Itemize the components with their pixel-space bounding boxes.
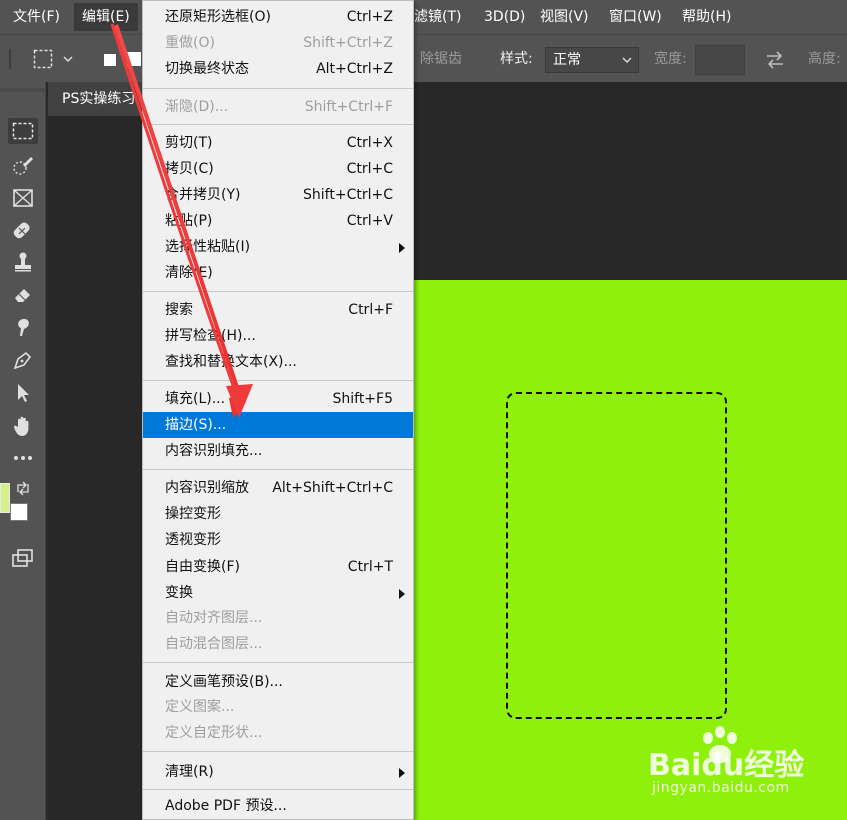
menu-item-perspective-warp[interactable]: 透视变形 [143,527,413,553]
menu-help[interactable]: 帮助(H) [682,0,731,34]
menu-item-define-shape[interactable]: 定义自定形状... [143,720,413,746]
menu-item-content-aware-scale[interactable]: 内容识别缩放 Alt+Shift+Ctrl+C [143,475,413,501]
menu-item-define-brush[interactable]: 定义画笔预设(B)... [143,669,413,695]
menu-item-cut[interactable]: 剪切(T) Ctrl+X [143,130,413,156]
menu-item-fill[interactable]: 填充(L)... Shift+F5 [143,386,413,412]
menu-edit[interactable]: 编辑(E) [82,0,130,34]
style-select[interactable]: 正常 [545,47,639,73]
menu-bar: 文件(F) 编辑(E) 滤镜(T) 3D(D) 视图(V) 窗口(W) 帮助(H… [0,0,847,34]
style-value: 正常 [553,52,581,68]
menu-item-toggle-last-state[interactable]: 切换最终状态 Alt+Ctrl+Z [143,56,413,82]
menu-item-fade[interactable]: 渐隐(D)... Shift+Ctrl+F [143,94,413,120]
menu-separator [143,469,413,470]
menu-item-auto-blend-layers[interactable]: 自动混合图层... [143,631,413,657]
healing-brush-icon[interactable] [8,217,38,243]
menu-item-define-pattern[interactable]: 定义图案... [143,694,413,720]
width-label: 宽度: [654,51,687,67]
menu-item-spell-check[interactable]: 拼写检查(H)... [143,323,413,349]
grip-icon [9,49,11,69]
menu-item-transform[interactable]: 变换 [143,580,413,606]
menu-item-free-transform[interactable]: 自由变换(F) Ctrl+T [143,554,413,580]
foreground-color-swatch[interactable] [0,483,10,513]
submenu-arrow-icon [399,243,405,253]
menu-separator [143,751,413,752]
anti-alias-label: 除锯齿 [420,51,462,67]
menu-item-purge[interactable]: 清理(R) [143,759,413,785]
selection-arrow-icon[interactable] [8,380,38,406]
menu-separator [143,380,413,381]
submenu-arrow-icon [399,589,405,599]
more-tools-icon[interactable] [8,445,38,471]
pen-icon[interactable] [8,347,38,373]
frame-icon[interactable] [8,185,38,211]
chevron-down-icon[interactable] [63,56,73,64]
swap-arrows-icon[interactable] [765,51,785,69]
menu-item-auto-align-layers[interactable]: 自动对齐图层... [143,605,413,631]
submenu-arrow-icon [399,768,405,778]
baidu-watermark: Baidu经验 jingyan.baidu.com [648,722,847,820]
menu-3d[interactable]: 3D(D) [484,0,525,34]
menu-item-paste-special[interactable]: 选择性粘贴(I) [143,234,413,260]
menu-window[interactable]: 窗口(W) [609,0,662,34]
screen-mode-icon[interactable] [11,548,35,572]
menu-item-copy[interactable]: 拷贝(C) Ctrl+C [143,156,413,182]
menu-separator [143,88,413,89]
marquee-icon[interactable] [8,118,38,144]
menu-item-adobe-pdf-presets[interactable]: Adobe PDF 预设... [143,793,413,819]
menu-item-search[interactable]: 搜索 Ctrl+F [143,297,413,323]
menu-separator [143,124,413,125]
menu-item-content-aware-fill[interactable]: 内容识别填充... [143,438,413,464]
menu-file[interactable]: 文件(F) [13,0,60,34]
add-selection-icon[interactable] [126,51,142,67]
style-label: 样式: [500,51,533,67]
menu-filter[interactable]: 滤镜(T) [414,0,461,34]
smudge-icon[interactable] [8,314,38,340]
new-selection-icon[interactable] [103,53,117,67]
menu-item-copy-merged[interactable]: 合并拷贝(Y) Shift+Ctrl+C [143,182,413,208]
menu-separator [143,291,413,292]
menu-item-puppet-warp[interactable]: 操控变形 [143,501,413,527]
marquee-preset-icon[interactable] [33,49,53,69]
edit-menu-dropdown: 还原矩形选框(O) Ctrl+Z 重做(O) Shift+Ctrl+Z 切换最终状态… [142,0,414,820]
menu-item-paste[interactable]: 粘贴(P) Ctrl+V [143,208,413,234]
menu-item-redo[interactable]: 重做(O) Shift+Ctrl+Z [143,30,413,56]
chevron-down-icon [622,48,632,81]
watermark-brand: Baidu经验 [648,748,805,783]
menu-item-find-replace[interactable]: 查找和替换文本(X)... [143,349,413,375]
width-input[interactable] [695,45,745,75]
document-tab[interactable]: PS实操练习 [48,82,148,116]
menu-item-stroke[interactable]: 描边(S)... [143,412,413,438]
hand-icon[interactable] [8,413,38,439]
menu-view[interactable]: 视图(V) [540,0,589,34]
menu-separator [143,662,413,663]
tools-panel [0,82,46,820]
height-label: 高度: [808,51,841,67]
eraser-icon[interactable] [8,282,38,308]
stamp-icon[interactable] [8,249,38,275]
options-bar: 除锯齿 样式: 正常 宽度: 高度: [0,34,847,82]
menu-item-undo-marquee[interactable]: 还原矩形选框(O) Ctrl+Z [143,4,413,30]
menu-item-clear[interactable]: 清除(E) [143,260,413,286]
swap-colors-icon[interactable] [15,480,31,500]
selection-marquee [506,392,727,719]
background-color-swatch[interactable] [10,503,28,521]
watermark-url: jingyan.baidu.com [652,780,790,796]
quick-select-icon[interactable] [8,153,38,179]
menu-separator [143,789,413,790]
